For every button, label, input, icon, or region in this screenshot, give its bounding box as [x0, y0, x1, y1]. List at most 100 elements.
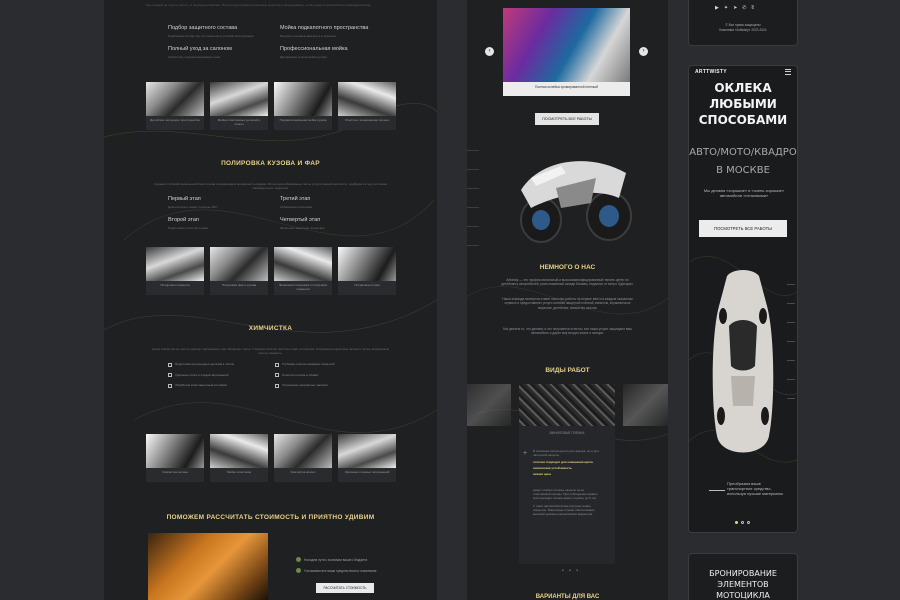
mobile-hero-preview: ARTTWISTY ОКЛЕКА ЛЮБЫМИ СПОСОБАМИ АВТО/М…: [688, 65, 798, 533]
plus-icon[interactable]: +: [523, 450, 527, 457]
hero-subtitle: АВТО/МОТО/КВАДРО В МОСКВЕ: [689, 147, 797, 176]
service-item: Мойка подкапотного пространства Бережно о…: [280, 25, 369, 38]
menu-icon[interactable]: [785, 69, 791, 76]
gallery-caption: Химчистка кресел: [290, 470, 316, 474]
gallery-photo: [338, 247, 396, 281]
leather-seats-photo: [148, 533, 268, 600]
works-title: ВИДЫ РАБОТ: [545, 367, 590, 374]
gallery-card[interactable]: Полировка оптики: [338, 247, 396, 295]
portfolio-slider: Полная оклейка хромированной пленкой: [503, 8, 630, 96]
car-caption: Преобразим ваше транспортное средство, и…: [727, 481, 783, 496]
slider-prev-button[interactable]: ‹: [485, 47, 494, 56]
cleaning-section-title: ХИМЧИСТКА: [248, 325, 293, 332]
gallery-caption: Полировка оптики: [354, 283, 380, 287]
carousel-dots[interactable]: • • •: [562, 568, 580, 574]
gallery-card[interactable]: Удаление сложных загрязнений: [338, 434, 396, 482]
brand-logo[interactable]: ARTTWISTY: [695, 69, 727, 75]
slider-caption: Полная оклейка хромированной пленкой: [535, 85, 598, 89]
about-title: НЕМНОГО О НАС: [539, 264, 596, 271]
work-detail-panel: ВИНИЛОВАЯ ПЛЕНКА В основном используется…: [519, 426, 615, 564]
checkbox-icon: [168, 383, 172, 388]
whatsapp-icon[interactable]: ✆: [742, 5, 746, 11]
work-type-label: ВИНИЛОВАЯ ПЛЕНКА: [549, 431, 585, 435]
gallery-photo: [146, 82, 204, 116]
cost-section-title: ПОМОЖЕМ РАССЧИТАТЬ СТОИМОСТЬ И ПРИЯТНО У…: [166, 514, 375, 521]
work-card-prev[interactable]: [467, 384, 511, 426]
gallery-row-cleaning: Химчистка салона Мойка пластиков Химчист…: [146, 434, 396, 482]
gallery-photo: [210, 434, 268, 468]
cost-bullet: Учитываем все ваши предпочтения и пожела…: [296, 568, 406, 573]
gallery-photo: [146, 247, 204, 281]
work-benefit: химическая устойчивость: [533, 466, 572, 470]
work-benefit: низкая цена: [533, 472, 551, 476]
service-item: Профессиональная мойка Двухфазная ручная …: [280, 46, 348, 59]
gallery-caption: Полировка элемента: [160, 283, 190, 287]
slider-dots[interactable]: [735, 521, 750, 524]
checklist-item: Удаление пятен и следов загрязнений: [168, 373, 273, 377]
youtube-icon[interactable]: ▶: [715, 5, 719, 11]
gallery-card[interactable]: Мойка пластиковых деталей и стекол: [210, 82, 268, 130]
polish-steps-grid: Первый этап Диагностика и замер толщины Л…: [168, 196, 388, 230]
gallery-photo: [210, 247, 268, 281]
gallery-photo: [210, 82, 268, 116]
checklist-item: Подготовка интерьерных деталей к чистке: [168, 362, 273, 367]
cost-bullets: Находим пути к экономии вашего бюджета У…: [296, 557, 406, 579]
service-item: Подбор защитного состава Подбираем состав…: [168, 25, 254, 38]
telegram-icon[interactable]: ➤: [733, 5, 737, 11]
cleaning-section-text: Наша химчистка не просто удаляет загрязн…: [152, 347, 389, 356]
gallery-card[interactable]: Химчистка салона: [146, 434, 204, 482]
work-description: У таких автомобилей вид получает новое п…: [533, 504, 595, 516]
intro-note: Мы создаем не просто чистоту, а ощущение…: [146, 3, 372, 7]
gallery-card[interactable]: Финишная полировка и полировка элемента: [274, 247, 332, 295]
hero-tagline: Мы делаем «хорошие» и «очень хорошие» ав…: [703, 188, 785, 198]
works-carousel: [467, 384, 668, 426]
gallery-photo: [338, 82, 396, 116]
gallery-card[interactable]: Полировка элемента: [146, 247, 204, 295]
detail-services-grid: Подбор защитного состава Подбираем состав…: [168, 25, 388, 59]
hero-title: ОКЛЕКА ЛЮБЫМИ СПОСОБАМИ: [698, 81, 788, 127]
twitter-icon[interactable]: ✦: [724, 5, 728, 11]
gallery-card[interactable]: Детейлинг моторного пространства: [146, 82, 204, 130]
mobile-booking-preview: БРОНИРОВАНИЕ ЭЛЕМЕНТОВ МОТОЦИКЛА: [688, 553, 798, 600]
work-description: В основном используется для декора, но и…: [533, 449, 599, 457]
vk-icon[interactable]: ʬ: [751, 5, 753, 11]
polish-section-title: ПОЛИРОВКА КУЗОВА И ФАР: [221, 160, 320, 167]
gallery-caption: Мойка пластиковых деталей и стекол: [217, 118, 261, 126]
copyright: © Все права защищены Компания «Arttwisty…: [719, 23, 767, 32]
service-item: Полный уход за салоном Химчистка, кондици…: [168, 46, 232, 59]
quad-bike-image: [520, 161, 632, 243]
social-links: ▶ ✦ ➤ ✆ ʬ: [715, 5, 754, 11]
gallery-caption: Химчистка салона: [162, 470, 188, 474]
checkbox-icon: [168, 373, 172, 377]
carbon-film-photo[interactable]: [519, 384, 615, 426]
gallery-card[interactable]: Полировка фар и кузова: [210, 247, 268, 295]
work-card-next[interactable]: [623, 384, 668, 426]
booking-title: БРОНИРОВАНИЕ ЭЛЕМЕНТОВ МОТОЦИКЛА: [709, 569, 777, 600]
gallery-card[interactable]: Мойка пластиков: [210, 434, 268, 482]
gallery-card[interactable]: Профессиональная мойка кузова: [274, 82, 332, 130]
slider-next-button[interactable]: ›: [639, 47, 648, 56]
checklist-item: Устранение неприятных запахов: [275, 383, 380, 388]
chrome-wrap-car-photo: [503, 8, 630, 82]
cleaning-checklist: Подготовка интерьерных деталей к чистке …: [168, 362, 378, 388]
work-description: имеет слабую степень защиты из-за пласти…: [533, 488, 598, 500]
mobile-footer-preview: ▶ ✦ ➤ ✆ ʬ © Все права защищены Компания …: [688, 0, 798, 46]
calculate-cost-button[interactable]: РАССЧИТАТЬ СТОИМОСТЬ: [316, 583, 374, 593]
about-text-2: Наша команда экспертов ставит качество р…: [502, 297, 633, 310]
step-item: Первый этап Диагностика и замер толщины Л…: [168, 196, 218, 209]
gallery-photo: [274, 434, 332, 468]
view-all-works-button[interactable]: ПОСМОТРЕТЬ ВСЕ РАБОТЫ: [699, 220, 787, 237]
gallery-row-polish: Полировка элемента Полировка фар и кузов…: [146, 247, 396, 295]
gallery-caption: Очистка и кондиционер салона: [345, 118, 389, 122]
about-text-3: Мы делаем то, что делаем, и это получает…: [503, 327, 632, 336]
view-all-works-button[interactable]: ПОСМОТРЕТЬ ВСЕ РАБОТЫ: [535, 113, 599, 125]
gallery-card[interactable]: Очистка и кондиционер салона: [338, 82, 396, 130]
options-title: ВАРИАНТЫ ДЛЯ ВАС: [535, 594, 600, 600]
checklist-item: Очистка потолка и обивки: [275, 373, 380, 377]
step-item: Второй этап Подготовка и очистка кузова: [168, 217, 208, 230]
gallery-card[interactable]: Химчистка кресел: [274, 434, 332, 482]
gallery-photo: [146, 434, 204, 468]
scroll-indicator: [467, 150, 479, 264]
sports-car-topview-image: [712, 270, 774, 453]
checklist-item: Глубокая очистка ковровых покрытий: [275, 362, 380, 367]
